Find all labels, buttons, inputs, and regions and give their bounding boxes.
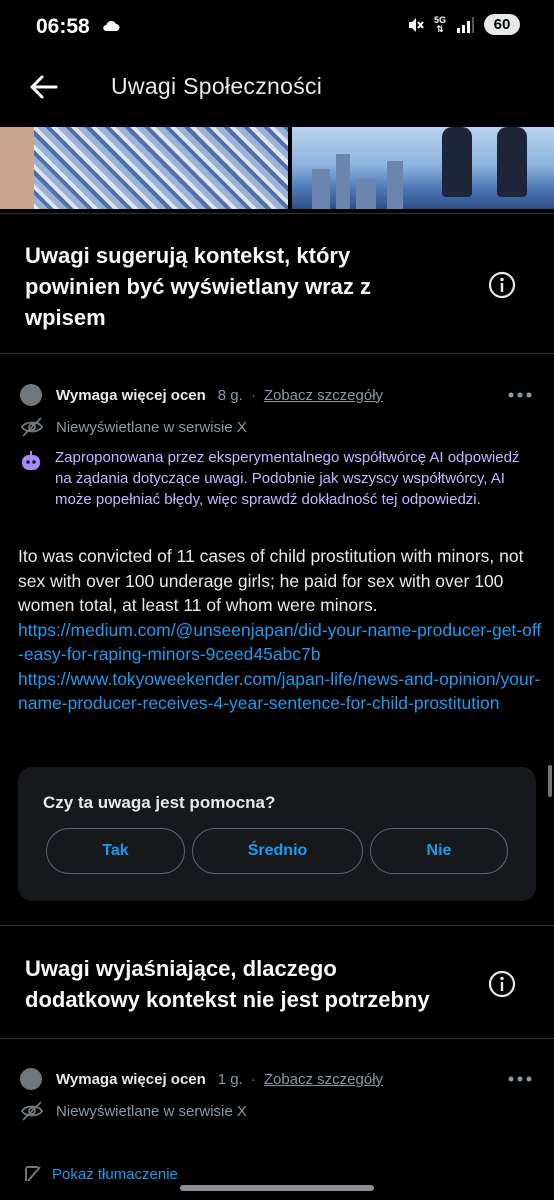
visibility-text: Niewyświetlane w serwisie X bbox=[56, 1102, 247, 1120]
home-indicator[interactable] bbox=[180, 1185, 374, 1191]
media-anime-scene bbox=[292, 127, 554, 209]
divider bbox=[0, 213, 554, 214]
divider bbox=[0, 1038, 554, 1039]
note-status: Wymaga więcej ocen bbox=[56, 386, 206, 404]
status-icons: 5G ⇅ 60 bbox=[406, 14, 520, 35]
note-body: Ito was convicted of 11 cases of child p… bbox=[18, 544, 543, 716]
eye-off-icon bbox=[20, 1101, 44, 1121]
rating-card: Czy ta uwaga jest pomocna? Tak Średnio N… bbox=[18, 767, 536, 901]
note-source-link[interactable]: https://medium.com/@unseenjapan/did-your… bbox=[18, 618, 543, 667]
status-bar: 06:58 5G ⇅ 60 bbox=[0, 0, 554, 56]
signal-icon bbox=[457, 16, 474, 33]
see-details-link[interactable]: Zobacz szczegóły bbox=[264, 387, 383, 404]
post-media-image[interactable] bbox=[0, 127, 554, 209]
eye-off-icon bbox=[20, 417, 44, 437]
show-translation-button[interactable]: Pokaż tłumaczenie bbox=[22, 1163, 178, 1185]
info-icon[interactable] bbox=[488, 970, 516, 998]
note-avatar bbox=[20, 1068, 42, 1090]
note-age: 1 g. bbox=[217, 1070, 243, 1088]
section-title-supporting: Uwagi sugerują kontekst, który powinien … bbox=[25, 243, 371, 330]
note-text: Ito was convicted of 11 cases of child p… bbox=[18, 546, 524, 615]
divider bbox=[0, 925, 554, 926]
visibility-text: Niewyświetlane w serwisie X bbox=[56, 418, 247, 436]
info-icon[interactable] bbox=[488, 271, 516, 299]
divider bbox=[0, 353, 554, 354]
battery-indicator: 60 bbox=[484, 14, 520, 35]
dot-separator: · bbox=[250, 386, 256, 404]
back-arrow-icon[interactable] bbox=[26, 69, 62, 105]
see-details-link[interactable]: Zobacz szczegóły bbox=[264, 1071, 383, 1088]
note-header: Wymaga więcej ocen 1 g. · Zobacz szczegó… bbox=[20, 1068, 383, 1090]
note-header: Wymaga więcej ocen 8 g. · Zobacz szczegó… bbox=[20, 384, 383, 406]
note-age: 8 g. bbox=[217, 386, 243, 404]
dot-separator: · bbox=[250, 1070, 256, 1088]
scrollbar[interactable] bbox=[548, 765, 552, 797]
cloud-icon bbox=[103, 20, 120, 31]
translate-icon bbox=[25, 1166, 41, 1182]
page-title: Uwagi Społeczności bbox=[111, 73, 323, 99]
more-options-icon[interactable] bbox=[508, 390, 532, 400]
mute-icon bbox=[408, 17, 424, 32]
visibility-row: Niewyświetlane w serwisie X bbox=[20, 1099, 247, 1123]
app-header: Uwagi Społeczności bbox=[0, 56, 554, 126]
network-indicator: 5G ⇅ bbox=[434, 15, 446, 34]
rate-somewhat-button[interactable]: Średnio bbox=[192, 828, 363, 874]
note-status: Wymaga więcej ocen bbox=[56, 1070, 206, 1088]
note-source-link[interactable]: https://www.tokyoweekender.com/japan-lif… bbox=[18, 667, 543, 716]
rating-question: Czy ta uwaga jest pomocna? bbox=[43, 793, 276, 812]
section-title-explaining: Uwagi wyjaśniające, dlaczego dodatkowy k… bbox=[25, 956, 430, 1012]
note-avatar bbox=[20, 384, 42, 406]
media-photo-person bbox=[0, 127, 288, 209]
ai-robot-icon bbox=[22, 451, 40, 470]
rate-yes-button[interactable]: Tak bbox=[46, 828, 185, 874]
ai-disclaimer-text: Zaproponowana przez eksperymentalnego ws… bbox=[55, 449, 520, 508]
more-options-icon[interactable] bbox=[508, 1074, 532, 1084]
show-translation-label: Pokaż tłumaczenie bbox=[52, 1165, 178, 1183]
status-time: 06:58 bbox=[36, 15, 90, 38]
visibility-row: Niewyświetlane w serwisie X bbox=[20, 415, 247, 439]
data-arrows-icon: ⇅ bbox=[436, 23, 444, 34]
rate-no-button[interactable]: Nie bbox=[370, 828, 508, 874]
